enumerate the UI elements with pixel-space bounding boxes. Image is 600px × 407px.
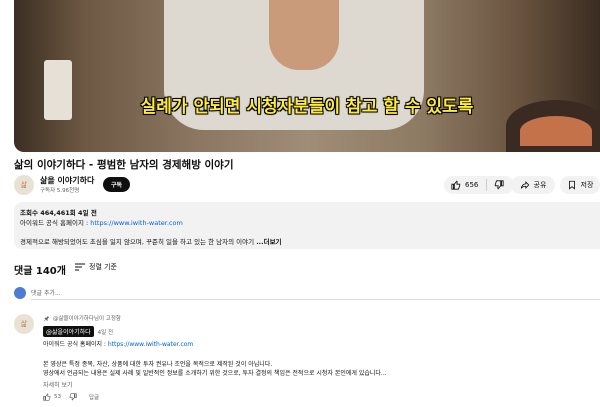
subscribe-button[interactable]: 구독 (103, 177, 130, 192)
add-comment-underline (31, 299, 600, 300)
share-button[interactable]: 공유 (511, 176, 555, 194)
channel-avatar-text: 삶 (20, 181, 28, 189)
thumbs-up-icon (43, 393, 51, 401)
share-icon (520, 181, 529, 189)
view-stats: 조회수 464,461회 4일 전 (20, 209, 97, 217)
add-comment-input[interactable]: 댓글 추가... (31, 288, 61, 297)
like-button[interactable]: 656 (444, 180, 478, 190)
comment-text-line-1: 본 영상은 특정 종목, 자산, 상품에 대한 투자 권유나 조언을 목적으로 … (43, 361, 273, 368)
comment-link[interactable]: https://www.iwith-water.com (108, 341, 193, 348)
channel-name[interactable]: 삶을 이야기하다 (40, 175, 94, 186)
description-summary-line: 경제적으로 해방되었어도 초심을 잃지 않으며, 꾸준히 일을 하고 있는 한 … (20, 236, 282, 246)
comment-text-line-2: 영상에서 언급되는 내용은 실제 사례 및 일반적인 정보를 소개하기 위한 것… (43, 370, 387, 377)
pinned-indicator: @삶을이야기하다님이 고정함 (43, 314, 121, 322)
show-more-link[interactable]: ...더보기 (256, 238, 281, 246)
channel-row: 삶 삶을 이야기하다 구독자 5.96천명 구독 656 공유 저장 (14, 174, 600, 196)
dislike-button[interactable] (487, 180, 504, 190)
like-count: 656 (465, 181, 479, 189)
save-label: 저장 (580, 181, 594, 189)
description-box[interactable]: 조회수 464,461회 4일 전 아이워드 공식 홈페이지 : https:/… (14, 202, 600, 249)
share-label: 공유 (533, 181, 547, 189)
pinned-label: @삶을이야기하다님이 고정함 (53, 316, 121, 322)
comment-author-row: @삶을이야기하다 4일 전 (43, 326, 113, 337)
comment-like-count: 53 (54, 394, 61, 400)
comment-link-prefix: 아이워드 공식 홈페이지 : (43, 341, 108, 348)
comment-avatar-text: 삶 (20, 320, 28, 328)
video-title: 삶의 이야기하다 - 평범한 남자의 경제해방 이야기 (14, 159, 234, 171)
like-dislike-group: 656 (444, 176, 514, 194)
comment-author[interactable]: @삶을이야기하다 (43, 326, 94, 337)
sort-icon (75, 263, 85, 271)
video-hands (269, 0, 339, 70)
video-player[interactable]: 실례가 안되면 시청자분들이 참고 할 수 있도록 (14, 0, 600, 152)
thumbs-down-icon (495, 180, 504, 190)
description-link-prefix: 아이워드 공식 홈페이지 : (20, 219, 91, 227)
sort-button[interactable]: 정렬 기준 (75, 262, 117, 272)
add-comment-row: 댓글 추가... (14, 286, 600, 300)
comment-time[interactable]: 4일 전 (98, 328, 113, 336)
comment-author-avatar[interactable]: 삶 (14, 314, 34, 334)
pin-icon (43, 315, 50, 321)
video-subtitle: 실례가 안되면 시청자분들이 참고 할 수 있도록 (140, 97, 474, 117)
comments-count: 댓글 140개 (14, 266, 66, 277)
subscriber-count: 구독자 5.96천명 (40, 188, 80, 194)
description-link-line: 아이워드 공식 홈페이지 : https://www.iwith-water.c… (20, 217, 183, 227)
description-summary: 경제적으로 해방되었어도 초심을 잃지 않으며, 꾸준히 일을 하고 있는 한 … (20, 238, 255, 246)
thumbs-up-icon (451, 180, 461, 190)
comment-like-button[interactable]: 53 (43, 393, 61, 401)
comment-actions: 53 답글 (43, 393, 99, 401)
description-link[interactable]: https://www.iwith-water.com (90, 219, 183, 227)
user-avatar (14, 287, 26, 299)
channel-avatar[interactable]: 삶 (14, 175, 34, 195)
comment-link-line: 아이워드 공식 홈페이지 : https://www.iwith-water.c… (43, 339, 193, 348)
bookmark-icon (568, 180, 575, 190)
comment-read-more[interactable]: 자세히 보기 (43, 380, 73, 389)
save-button[interactable]: 저장 (560, 176, 600, 194)
sort-label: 정렬 기준 (89, 263, 117, 271)
thumbs-down-icon (69, 393, 77, 401)
video-bowl-inner (520, 116, 592, 146)
comment-reply-button[interactable]: 답글 (89, 393, 99, 401)
comment-dislike-button[interactable] (69, 393, 77, 401)
